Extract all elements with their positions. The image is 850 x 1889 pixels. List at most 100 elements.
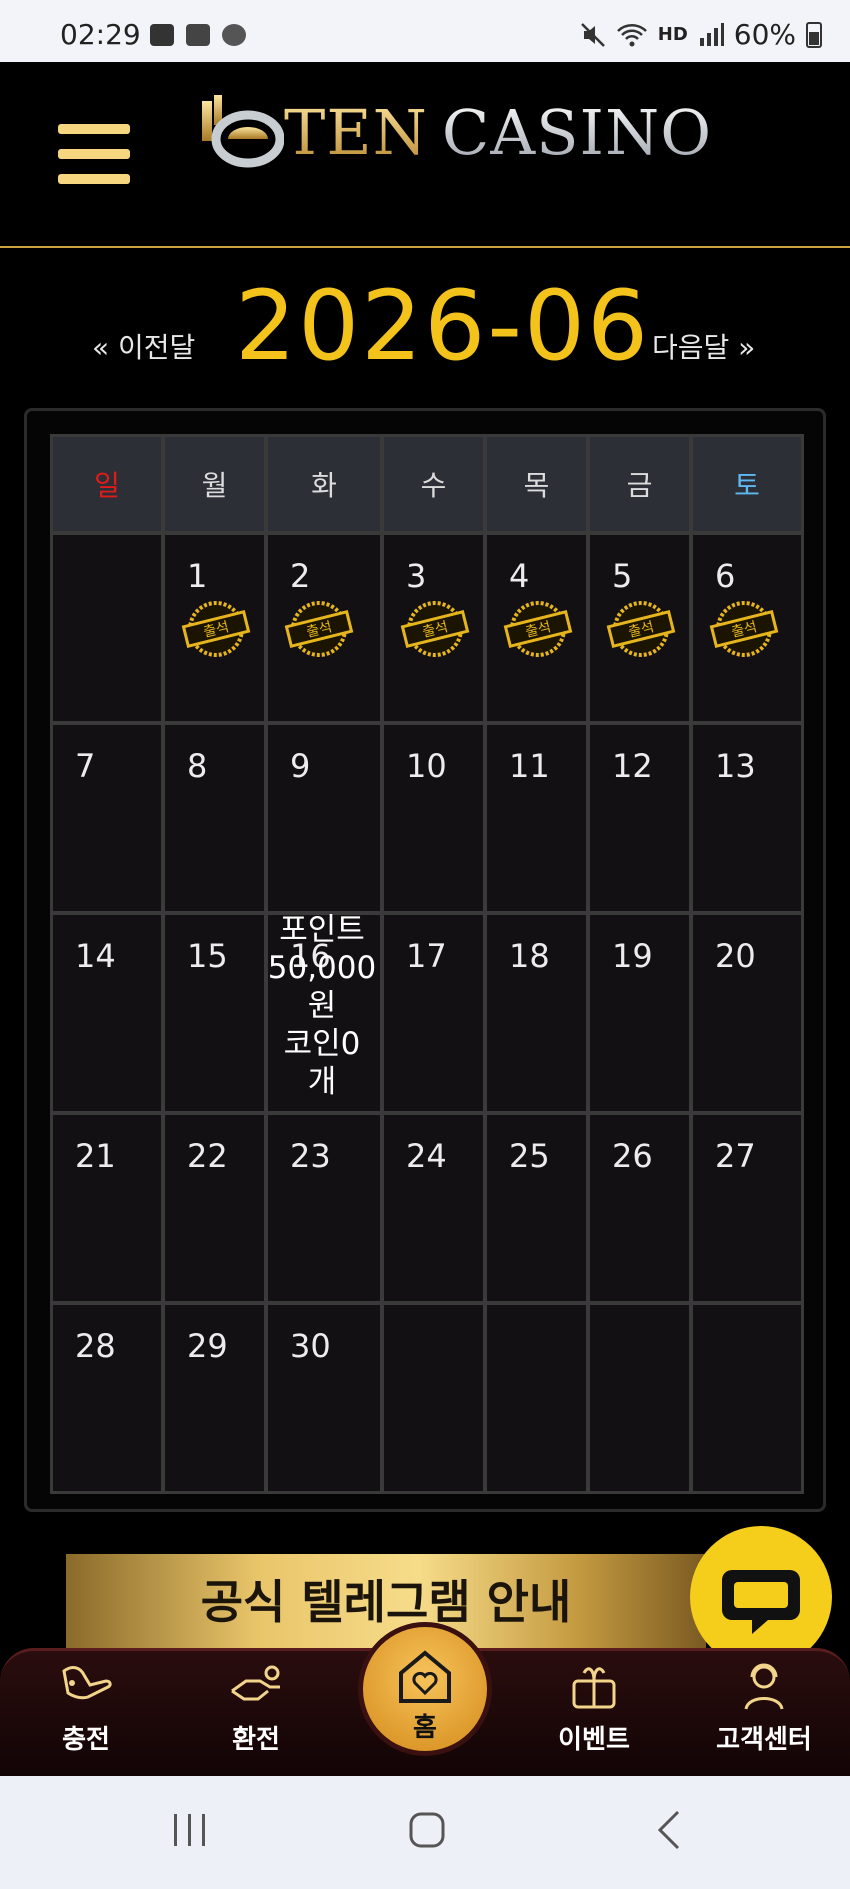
home-heart-icon bbox=[399, 1650, 451, 1703]
day-number: 27 bbox=[715, 1137, 756, 1175]
nav-withdraw[interactable]: 환전 bbox=[196, 1661, 316, 1756]
calendar-day[interactable]: 27 bbox=[690, 1112, 804, 1304]
calendar-day[interactable]: 16 포인트 50,000 원 코인0 개 bbox=[265, 912, 383, 1114]
calendar-empty-cell bbox=[381, 1302, 486, 1494]
nav-support-label: 고객센터 bbox=[716, 1725, 812, 1755]
calendar-day[interactable]: 17 bbox=[381, 912, 486, 1114]
calendar-day[interactable]: 11 bbox=[484, 722, 589, 914]
day-number: 23 bbox=[290, 1137, 331, 1175]
logo-text-casino: CASINO bbox=[441, 95, 713, 169]
calendar-grid: 일 월 화 수 목 금 토 1 출석 2 출석 3 출석 4 출석 5 출석 6 출석 7 8 9 10 11 1… bbox=[50, 434, 804, 1494]
calendar-day[interactable]: 8 bbox=[162, 722, 267, 914]
day-number: 10 bbox=[406, 747, 447, 785]
nav-home[interactable]: 홈 bbox=[358, 1622, 492, 1756]
back-icon[interactable] bbox=[650, 1808, 690, 1852]
menu-button[interactable] bbox=[58, 124, 130, 186]
attendance-stamp-icon: 출석 bbox=[181, 601, 251, 657]
reward-tooltip-line: 포인트 bbox=[279, 912, 365, 948]
support-agent-icon bbox=[744, 1663, 784, 1710]
day-number: 22 bbox=[187, 1137, 228, 1175]
calendar-day[interactable]: 26 bbox=[587, 1112, 692, 1304]
withdraw-icon bbox=[231, 1665, 280, 1701]
month-navigation: « 이전달 2026-06 다음달 » bbox=[0, 270, 850, 382]
calendar-day[interactable]: 18 bbox=[484, 912, 589, 1114]
calendar-day[interactable]: 13 bbox=[690, 722, 804, 914]
calendar-day[interactable]: 19 bbox=[587, 912, 692, 1114]
day-number: 30 bbox=[290, 1327, 331, 1365]
calendar-day[interactable]: 15 bbox=[162, 912, 267, 1114]
menu-bar-icon bbox=[58, 174, 130, 184]
weekday-sun: 일 bbox=[50, 434, 164, 534]
day-number: 12 bbox=[612, 747, 653, 785]
day-number: 20 bbox=[715, 937, 756, 975]
calendar-day[interactable]: 30 bbox=[265, 1302, 383, 1494]
day-number: 26 bbox=[612, 1137, 653, 1175]
calendar-empty-cell bbox=[484, 1302, 589, 1494]
reward-tooltip: 포인트 50,000 원 코인0 개 bbox=[262, 911, 382, 1101]
mute-icon bbox=[580, 22, 605, 47]
calendar-day[interactable]: 29 bbox=[162, 1302, 267, 1494]
calendar-day[interactable]: 22 bbox=[162, 1112, 267, 1304]
day-number: 4 bbox=[509, 557, 530, 595]
chat-icon bbox=[722, 1570, 800, 1634]
calendar-day[interactable]: 25 bbox=[484, 1112, 589, 1304]
calendar-day[interactable]: 6 출석 bbox=[690, 532, 804, 724]
nav-home-label: 홈 bbox=[413, 1713, 437, 1743]
day-number: 11 bbox=[509, 747, 550, 785]
live-chat-button[interactable] bbox=[690, 1526, 832, 1668]
day-number: 5 bbox=[612, 557, 633, 595]
calendar-empty-cell bbox=[690, 1302, 804, 1494]
calendar-day[interactable]: 20 bbox=[690, 912, 804, 1114]
calendar-empty-cell bbox=[587, 1302, 692, 1494]
attendance-stamp-icon: 출석 bbox=[503, 601, 573, 657]
logo-emblem-icon bbox=[202, 95, 284, 168]
calendar-empty-cell bbox=[50, 532, 164, 724]
calendar-day[interactable]: 14 bbox=[50, 912, 164, 1114]
weekday-sat: 토 bbox=[690, 434, 804, 534]
day-number: 19 bbox=[612, 937, 653, 975]
calendar-day[interactable]: 23 bbox=[265, 1112, 383, 1304]
menu-bar-icon bbox=[58, 124, 130, 134]
attendance-stamp-icon: 출석 bbox=[284, 601, 354, 657]
nav-event-label: 이벤트 bbox=[558, 1725, 630, 1755]
attendance-stamp-icon: 출석 bbox=[606, 601, 676, 657]
calendar-day[interactable]: 10 bbox=[381, 722, 486, 914]
calendar-day[interactable]: 12 bbox=[587, 722, 692, 914]
signal-icon bbox=[699, 22, 724, 46]
next-month-link[interactable]: 다음달 » bbox=[652, 326, 755, 366]
prev-month-link[interactable]: « 이전달 bbox=[92, 326, 195, 366]
calendar-day[interactable]: 9 bbox=[265, 722, 383, 914]
hd-voice-badge: HD bbox=[657, 24, 688, 45]
calendar-day[interactable]: 5 출석 bbox=[587, 532, 692, 724]
calendar-day[interactable]: 4 출석 bbox=[484, 532, 589, 724]
calendar-day[interactable]: 1 출석 bbox=[162, 532, 267, 724]
attendance-stamp-icon: 출석 bbox=[709, 601, 779, 657]
calendar-day[interactable]: 21 bbox=[50, 1112, 164, 1304]
calendar-day[interactable]: 3 출석 bbox=[381, 532, 486, 724]
home-system-icon[interactable] bbox=[405, 1808, 449, 1852]
attendance-stamp-icon: 출석 bbox=[400, 601, 470, 657]
nav-deposit[interactable]: 충전 bbox=[26, 1661, 146, 1756]
reward-tooltip-line: 50,000 bbox=[267, 950, 377, 986]
calendar-day[interactable]: 24 bbox=[381, 1112, 486, 1304]
weekday-fri: 금 bbox=[587, 434, 692, 534]
status-time: 02:29 bbox=[60, 18, 141, 51]
calendar-day[interactable]: 28 bbox=[50, 1302, 164, 1494]
calendar-day[interactable]: 7 bbox=[50, 722, 164, 914]
weekday-tue: 화 bbox=[265, 434, 383, 534]
nav-deposit-label: 충전 bbox=[62, 1725, 110, 1755]
nav-withdraw-label: 환전 bbox=[232, 1725, 280, 1755]
nav-support[interactable]: 고객센터 bbox=[704, 1661, 824, 1756]
day-number: 17 bbox=[406, 937, 447, 975]
day-number: 15 bbox=[187, 937, 228, 975]
calendar-day[interactable]: 2 출석 bbox=[265, 532, 383, 724]
status-bar: 02:29 HD 60% bbox=[0, 0, 850, 62]
day-number: 29 bbox=[187, 1327, 228, 1365]
day-number: 21 bbox=[75, 1137, 116, 1175]
banner-title: 공식 텔레그램 안내 bbox=[200, 1575, 572, 1629]
nav-event[interactable]: 이벤트 bbox=[534, 1661, 654, 1756]
gallery-icon bbox=[150, 24, 174, 46]
site-header: TEN CASINO bbox=[0, 62, 850, 248]
recent-apps-icon[interactable] bbox=[170, 1808, 210, 1852]
site-logo[interactable]: TEN CASINO bbox=[198, 92, 712, 172]
